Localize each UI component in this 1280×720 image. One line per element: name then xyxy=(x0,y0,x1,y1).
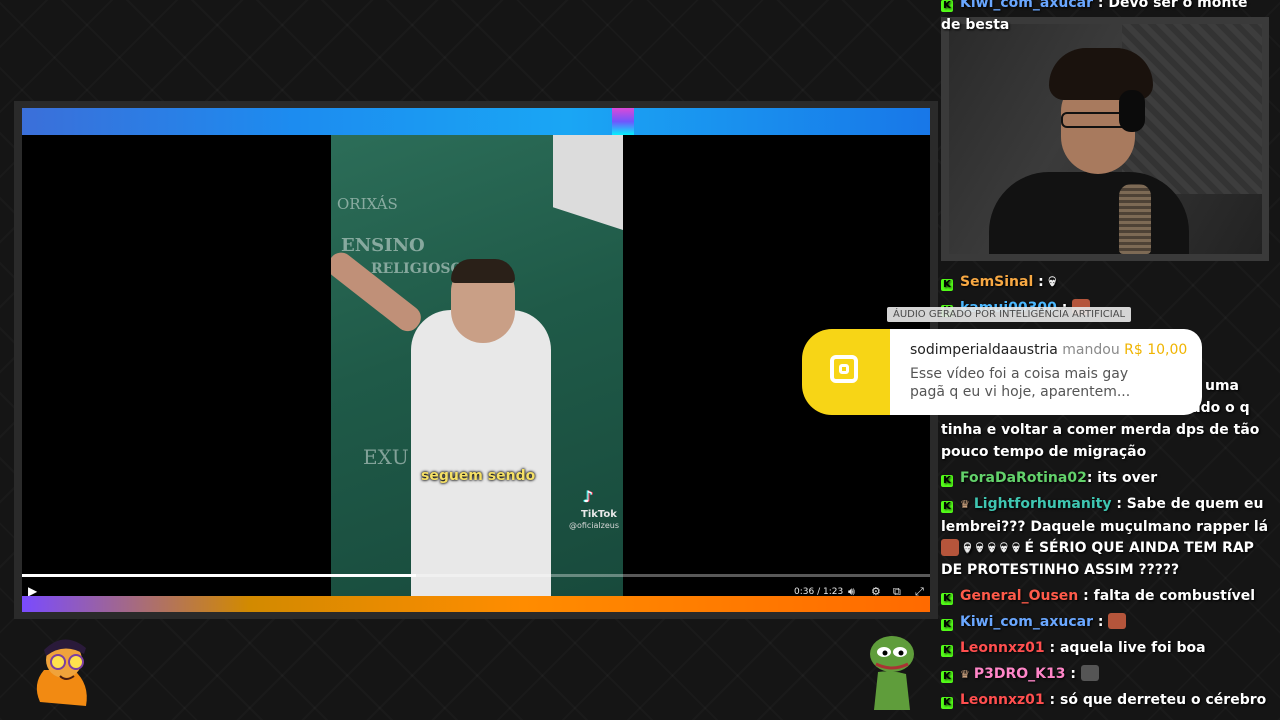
chat-message: K SemSinal : 💀︎ xyxy=(941,271,1271,293)
skull-emote-icon: 💀︎ xyxy=(1000,540,1008,556)
ai-audio-label: ÁUDIO GERADO POR INTELIGÊNCIA ARTIFICIAL xyxy=(887,307,1132,322)
tiktok-handle: @oficialzeus xyxy=(569,521,620,530)
donation-accent xyxy=(802,329,890,415)
donation-amount: R$ 10,00 xyxy=(1124,342,1188,358)
chalk-text-ensino: ENSINO xyxy=(341,235,425,256)
chat-text: : its over xyxy=(1086,470,1158,486)
chat-username[interactable]: SemSinal xyxy=(960,274,1033,290)
kick-badge-icon: K xyxy=(941,501,953,513)
crown-icon: ♛ xyxy=(960,498,970,511)
chat-message: K Leonnxz01 : aquela live foi boa xyxy=(941,637,1271,659)
video-frame: ORIXÁS ENSINO RELIGIOSO EXU seguem sendo… xyxy=(331,135,623,596)
skull-emote-icon: 💀︎ xyxy=(976,540,984,556)
chat-username[interactable]: ForaDaRotina02 xyxy=(960,470,1087,486)
video-subtitle: seguem sendo xyxy=(421,468,536,484)
donation-body: sodimperialdaaustria mandou R$ 10,00 Ess… xyxy=(890,329,1202,415)
chat-message: K Kiwi_com_axucar : Devo ser o monte de b… xyxy=(941,0,1271,36)
skull-emote-icon: 💀︎ xyxy=(988,540,996,556)
chat-text: : só que derreteu o cérebro xyxy=(1049,692,1267,708)
chat-username[interactable]: Leonnxz01 xyxy=(960,692,1045,708)
player-top-band xyxy=(22,108,930,135)
chat-username[interactable]: Kiwi_com_axucar xyxy=(960,0,1093,11)
chalk-text-orixas: ORIXÁS xyxy=(337,195,398,213)
progress-fill xyxy=(22,574,417,577)
kick-badge-icon: K xyxy=(941,619,953,631)
kick-badge-icon: K xyxy=(941,593,953,605)
chat-continuation: tinha e voltar a comer merda dps de tão … xyxy=(941,422,1260,460)
donation-message: Esse vídeo foi a coisa mais gay pagã q e… xyxy=(910,366,1131,400)
skull-emote-icon: 💀︎ xyxy=(963,540,972,556)
chat-message: K ForaDaRotina02: its over xyxy=(941,467,1271,489)
emote-icon xyxy=(1108,613,1127,629)
emote-icon xyxy=(1080,665,1099,681)
chat-text-fragment: uma xyxy=(1205,378,1240,394)
chat-message: K General_Ousen : falta de combustível xyxy=(941,585,1271,607)
chat-continuation: 💀︎ 💀︎ 💀︎ 💀︎ 💀︎ É SÉRIO QUE AINDA TEM RAP… xyxy=(941,537,1271,581)
chalk-text-religioso: RELIGIOSO xyxy=(371,261,463,277)
chat-username[interactable]: Leonnxz01 xyxy=(960,640,1045,656)
kick-badge-icon: K xyxy=(941,279,953,291)
chat-text: : aquela live foi boa xyxy=(1049,640,1206,656)
kick-badge-icon: K xyxy=(941,697,953,709)
donation-icon xyxy=(830,355,858,383)
donation-header: sodimperialdaaustria mandou R$ 10,00 xyxy=(910,342,1187,358)
video-person-body xyxy=(411,310,551,596)
chat-text: : xyxy=(1097,614,1104,630)
tiktok-icon: ♪ xyxy=(583,487,594,506)
chat-message: K Kiwi_com_axucar : xyxy=(941,611,1271,633)
glitch-effect xyxy=(612,108,634,135)
chat-text: : falta de combustível xyxy=(1083,588,1256,604)
mascot-left-icon xyxy=(36,639,87,706)
kick-badge-icon: K xyxy=(941,475,953,487)
kick-badge-icon: K xyxy=(941,671,953,683)
player-bottom-band xyxy=(22,596,930,612)
skull-emote-icon: 💀︎ xyxy=(1048,274,1056,290)
chat-username[interactable]: Lightforhumanity xyxy=(974,496,1112,512)
pepe-icon xyxy=(870,636,914,710)
video-wall xyxy=(553,135,623,230)
chat-message: K ♛ P3DRO_K13 : xyxy=(941,663,1271,686)
kick-badge-icon: K xyxy=(941,645,953,657)
donation-username: sodimperialdaaustria xyxy=(910,342,1058,358)
progress-bar[interactable] xyxy=(22,574,930,577)
chat-text: : xyxy=(1070,666,1076,682)
kick-badge-icon: K xyxy=(941,0,953,12)
chat-text: : xyxy=(1038,274,1044,290)
chalk-text-exu: EXU xyxy=(363,445,409,469)
chat-message: K Leonnxz01 : só que derreteu o cérebro xyxy=(941,689,1271,711)
emote-icon xyxy=(941,539,959,555)
skull-emote-icon: 💀︎ xyxy=(1012,540,1020,556)
chat-username[interactable]: Kiwi_com_axucar xyxy=(960,614,1093,630)
chat-username[interactable]: General_Ousen xyxy=(960,588,1078,604)
video-player[interactable]: ORIXÁS ENSINO RELIGIOSO EXU seguem sendo… xyxy=(22,108,930,612)
video-person-hair xyxy=(451,259,515,283)
tiktok-brand: TikTok xyxy=(581,509,617,520)
crown-icon: ♛ xyxy=(960,668,970,681)
donation-verb: mandou xyxy=(1062,342,1120,358)
chat-username[interactable]: P3DRO_K13 xyxy=(974,666,1066,682)
donation-alert: sodimperialdaaustria mandou R$ 10,00 Ess… xyxy=(802,329,1202,415)
